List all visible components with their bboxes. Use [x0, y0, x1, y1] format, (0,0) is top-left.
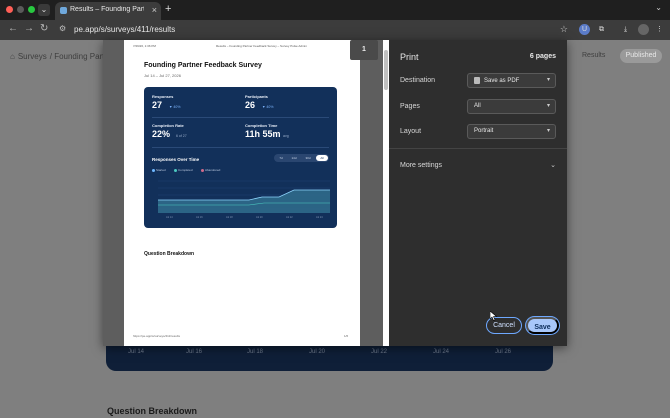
forward-icon[interactable]: →	[24, 23, 34, 34]
pdf-file-icon	[474, 77, 480, 84]
browser-toolbar: ← → ↻ ⚙ pe.app/s/surveys/411/results ☆ U…	[0, 20, 670, 40]
preview-stats-card: Responses 27 ▼ 40% Participants 26 ▼ 40%…	[144, 87, 337, 228]
svg-text:Jul 20: Jul 20	[256, 216, 263, 219]
print-settings-panel: Print 6 pages Destination Save as PDF ▾ …	[389, 40, 567, 346]
chevron-down-icon: ▾	[546, 77, 550, 83]
breadcrumb-surveys[interactable]: Surveys	[18, 52, 47, 61]
window-maximize-button[interactable]	[28, 6, 35, 13]
more-settings-toggle[interactable]: More settings	[400, 162, 442, 169]
published-badge[interactable]: Published	[620, 49, 662, 63]
extensions-puzzle-icon[interactable]: ⧉	[596, 24, 607, 35]
page-number-badge: 1	[350, 40, 378, 60]
address-bar[interactable]: ⚙ pe.app/s/surveys/411/results ☆	[54, 22, 574, 38]
home-icon[interactable]: ⌂	[10, 52, 15, 61]
tab-close-icon[interactable]: ×	[152, 5, 157, 15]
x-tick-label: Jul 20	[309, 349, 326, 355]
browser-tab[interactable]: Results – Founding Partner F... ×	[55, 2, 161, 20]
download-icon[interactable]: ⤓	[620, 24, 631, 35]
x-tick-label: Jul 18	[247, 349, 264, 355]
preview-footer-page: 1/6	[344, 334, 349, 338]
pages-label: Pages	[400, 103, 420, 110]
bookmark-star-icon[interactable]: ☆	[560, 24, 568, 35]
layout-select[interactable]: Portrait ▾	[467, 124, 556, 139]
preview-scrollbar-thumb[interactable]	[384, 50, 388, 90]
svg-text:Jul 14: Jul 14	[166, 216, 173, 219]
preview-date-range: Jul 14 – Jul 27, 2026	[144, 73, 181, 78]
pages-select[interactable]: All ▾	[467, 99, 556, 114]
browser-tab-bar: ⌄ Results – Founding Partner F... × + ⌄	[0, 0, 670, 20]
window-menu-icon[interactable]: ⌄	[655, 3, 662, 12]
destination-label: Destination	[400, 77, 436, 84]
mouse-cursor-icon	[490, 311, 498, 321]
settings-divider	[389, 148, 567, 149]
page-count: 6 pages	[529, 53, 556, 60]
svg-text:Jul 24: Jul 24	[316, 216, 323, 219]
preview-footer-url: https://pe.app/s/surveys/411/results	[133, 334, 180, 338]
preview-survey-title: Founding Partner Feedback Survey	[144, 62, 262, 69]
reload-icon[interactable]: ↻	[40, 23, 48, 34]
new-tab-button[interactable]: +	[165, 3, 171, 15]
print-dialog: 7/29/26, 1:36 PM Results – Founding Part…	[103, 40, 567, 346]
preview-question-breakdown: Question Breakdown	[144, 251, 195, 257]
preview-page: 7/29/26, 1:36 PM Results – Founding Part…	[124, 40, 360, 346]
x-tick-label: Jul 16	[186, 349, 203, 355]
x-tick-label: Jul 26	[495, 349, 512, 355]
responses-area-chart: Jul 14 Jul 16 Jul 18 Jul 20 Jul 22 Jul 2…	[158, 180, 330, 219]
print-preview: 7/29/26, 1:36 PM Results – Founding Part…	[103, 40, 383, 346]
print-title: Print	[400, 52, 419, 62]
breadcrumb: ⌂ Surveys / Founding Partne	[10, 52, 116, 61]
favicon-icon	[60, 7, 67, 14]
preview-header-title: Results – Founding Partner Feedback Surv…	[216, 44, 307, 48]
svg-text:Jul 22: Jul 22	[286, 216, 293, 219]
chevron-down-icon: ▾	[546, 128, 550, 134]
url-text[interactable]: pe.app/s/surveys/411/results	[74, 25, 175, 34]
preview-header-date: 7/29/26, 1:36 PM	[133, 44, 156, 48]
svg-text:Jul 16: Jul 16	[196, 216, 203, 219]
window-close-button[interactable]	[6, 6, 13, 13]
x-tick-label: Jul 24	[433, 349, 450, 355]
chevron-down-icon: ▾	[546, 103, 550, 109]
x-tick-label: Jul 14	[128, 349, 145, 355]
extension-icon[interactable]: U	[579, 24, 590, 35]
tab-title: Results – Founding Partner F...	[70, 6, 144, 13]
x-tick-label: Jul 22	[371, 349, 388, 355]
layout-label: Layout	[400, 128, 422, 135]
site-info-icon[interactable]: ⚙	[59, 24, 66, 33]
tab-search-icon[interactable]: ⌄	[38, 4, 50, 16]
profile-avatar[interactable]	[638, 24, 649, 35]
svg-text:Jul 18: Jul 18	[226, 216, 233, 219]
question-breakdown-heading: Question Breakdown	[107, 406, 198, 416]
destination-select[interactable]: Save as PDF ▾	[467, 73, 556, 88]
window-minimize-button[interactable]	[17, 6, 24, 13]
save-button[interactable]: Save	[526, 317, 559, 334]
browser-menu-icon[interactable]: ⋮	[654, 24, 665, 35]
chevron-down-icon[interactable]: ⌄	[550, 161, 556, 169]
results-tab[interactable]: Results	[582, 52, 605, 59]
back-icon[interactable]: ←	[8, 23, 18, 34]
